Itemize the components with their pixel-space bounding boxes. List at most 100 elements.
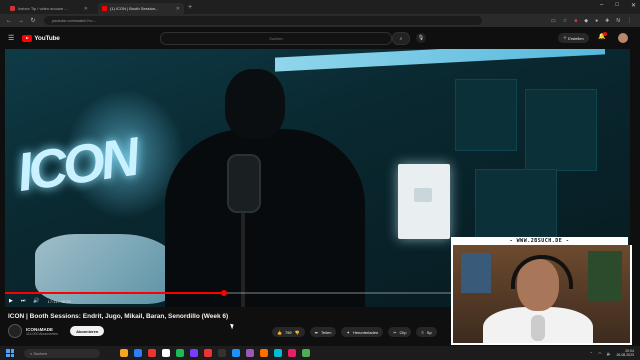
share-icon: ➦	[314, 329, 319, 335]
logo-text: YouTube	[34, 34, 60, 42]
youtube-play-icon	[22, 34, 33, 42]
performer	[155, 69, 375, 307]
youtube-award-plaque	[398, 164, 450, 239]
taskbar-app-icon[interactable]	[218, 349, 226, 357]
window-controls: – □ ✕	[600, 2, 636, 9]
clip-icon: ✂	[393, 329, 397, 335]
next-icon[interactable]: ⏭	[21, 298, 26, 304]
close-window-button[interactable]: ✕	[631, 2, 636, 9]
taskbar-app-icon[interactable]	[120, 349, 128, 357]
create-label: Erstellen	[568, 35, 584, 41]
close-tab-icon[interactable]: ✕	[84, 6, 88, 12]
taskbar-search[interactable]: ⌕ Suchen	[24, 348, 100, 358]
search-icon[interactable]: ⌕	[392, 32, 410, 45]
taskbar-app-icon[interactable]	[246, 349, 254, 357]
reload-icon[interactable]: ↻	[30, 17, 36, 24]
account-avatar[interactable]	[618, 33, 628, 43]
clock-date: 26.08.2023	[616, 353, 634, 357]
wall-tile	[475, 169, 557, 241]
webcam-overlay	[451, 245, 632, 345]
close-tab-icon[interactable]: ✕	[176, 6, 180, 12]
taskbar-apps	[120, 349, 310, 357]
taskbar-app-icon[interactable]	[162, 349, 170, 357]
save-label: Sp	[426, 329, 432, 335]
windows-start-icon[interactable]	[6, 349, 14, 357]
wifi-icon[interactable]: ◠	[598, 351, 602, 356]
download-icon: ✦	[346, 329, 350, 335]
notification-badge	[603, 32, 607, 36]
cast-icon[interactable]: ▭	[551, 18, 556, 24]
menu-dots-icon[interactable]: ⋮	[627, 18, 632, 24]
back-arrow-icon[interactable]: ←	[6, 18, 12, 24]
taskbar-app-icon[interactable]	[288, 349, 296, 357]
system-tray: ⌃ ◠ 🔈 20:04 26.08.2023	[590, 349, 634, 357]
taskbar-app-icon[interactable]	[232, 349, 240, 357]
bookmark-star-icon[interactable]: ☆	[563, 18, 567, 24]
youtube-header: ☰ YouTube Suchen ⌕ 🎙 ＋ Erstellen 🔔	[0, 27, 640, 49]
subscribe-button[interactable]: Abonnieren	[70, 326, 105, 336]
play-icon[interactable]: ▶	[9, 298, 13, 304]
extension-icon[interactable]: ●	[595, 18, 598, 24]
download-button[interactable]: ✦ Herunterladen	[341, 327, 384, 337]
youtube-logo[interactable]: YouTube	[22, 34, 60, 42]
hamburger-menu-icon[interactable]: ☰	[8, 34, 14, 42]
play-button-award-icon	[414, 188, 432, 202]
video-title: ICON | Booth Sessions: Endrit, Jugo, Mik…	[8, 313, 229, 320]
puzzle-icon[interactable]: ✚	[605, 18, 609, 24]
url-field[interactable]: youtube.com/watch?v=...	[44, 16, 482, 25]
minimize-button[interactable]: –	[600, 2, 603, 9]
browser-tab-bar: Icebox Tip / video snooze ... ✕ (1) ICON…	[0, 0, 640, 14]
new-tab-button[interactable]: +	[188, 4, 192, 11]
save-icon: ≡	[421, 329, 424, 335]
performer-body	[165, 129, 365, 307]
channel-row: ICONsMADE 114.000 Abonnenten Abonnieren	[8, 324, 105, 338]
microphone-icon[interactable]: 🎙	[416, 33, 426, 43]
taskbar-app-icon[interactable]	[204, 349, 212, 357]
browser-extensions: ▭ ☆ ■ ◆ ● ✚ N ⋮	[551, 18, 632, 24]
maximize-button[interactable]: □	[615, 2, 619, 9]
progress-fill	[5, 292, 224, 294]
taskbar-app-icon[interactable]	[148, 349, 156, 357]
dislike-icon[interactable]: 👎	[295, 330, 300, 335]
extension-icon[interactable]: ◆	[584, 18, 588, 24]
webcam-banner: - WWW.2BSUCH.DE -	[451, 237, 628, 245]
background-shelf	[461, 253, 491, 293]
browser-tab[interactable]: Icebox Tip / video snooze ... ✕	[6, 3, 92, 14]
profile-icon[interactable]: N	[616, 18, 620, 24]
tab-label: (1) ICON | Booth Session...	[110, 6, 159, 11]
taskbar-app-icon[interactable]	[260, 349, 268, 357]
extension-icon[interactable]: ■	[574, 18, 577, 24]
speaker-icon[interactable]: 🔈	[606, 351, 611, 356]
scrubber-handle[interactable]	[220, 290, 227, 296]
like-button[interactable]: 👍 759 👎	[272, 327, 305, 337]
taskbar-app-icon[interactable]	[274, 349, 282, 357]
browser-tab-active[interactable]: (1) ICON | Booth Session... ✕	[98, 3, 184, 14]
like-icon: 👍	[277, 329, 282, 335]
taskbar-app-icon[interactable]	[176, 349, 184, 357]
taskbar-app-icon[interactable]	[302, 349, 310, 357]
save-button[interactable]: ≡ Sp	[416, 327, 437, 337]
performer-head	[225, 69, 285, 139]
taskbar-search-label: Suchen	[33, 350, 47, 356]
system-clock[interactable]: 20:04 26.08.2023	[616, 349, 634, 357]
tab-label: Icebox Tip / video snooze ...	[18, 6, 68, 11]
forward-arrow-icon[interactable]: →	[18, 18, 24, 24]
share-button[interactable]: ➦ Teilen	[309, 327, 337, 337]
taskbar-app-icon[interactable]	[134, 349, 142, 357]
background-shelf	[588, 251, 622, 301]
chevron-up-icon[interactable]: ⌃	[590, 351, 593, 356]
taskbar-app-icon[interactable]	[190, 349, 198, 357]
create-button[interactable]: ＋ Erstellen	[558, 33, 589, 43]
channel-avatar[interactable]	[8, 324, 22, 338]
search-input[interactable]: Suchen	[160, 32, 392, 45]
volume-icon[interactable]: 🔊	[33, 298, 39, 304]
time-display: 17:11 / 48:39	[47, 298, 71, 304]
wall-tile	[455, 79, 517, 151]
clip-button[interactable]: ✂ Clip	[388, 327, 412, 337]
search-icon: ⌕	[30, 350, 33, 356]
like-count: 759	[284, 329, 292, 335]
mouse-cursor	[230, 322, 235, 330]
channel-meta: ICONsMADE 114.000 Abonnenten	[26, 327, 58, 336]
headset-icon	[511, 255, 573, 289]
tab-favicon-icon	[10, 6, 15, 11]
